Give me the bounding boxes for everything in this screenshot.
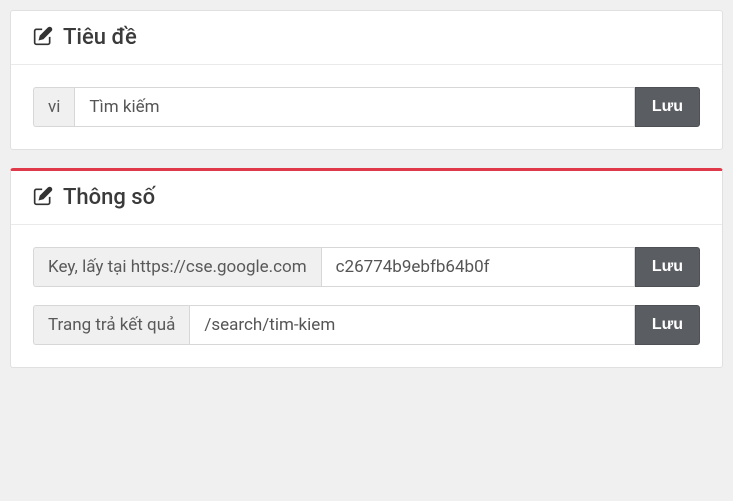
title-vi-input[interactable] [74, 87, 634, 127]
edit-icon [33, 186, 53, 210]
cse-key-group: Key, lấy tại https://cse.google.com Lưu [33, 247, 700, 287]
result-page-input[interactable] [189, 305, 635, 345]
title-panel-body: vi Lưu [11, 65, 722, 149]
params-panel: Thông số Key, lấy tại https://cse.google… [10, 168, 723, 368]
params-panel-body: Key, lấy tại https://cse.google.com Lưu … [11, 225, 722, 367]
title-panel: Tiêu đề vi Lưu [10, 10, 723, 150]
save-result-page-button[interactable]: Lưu [635, 305, 700, 345]
title-panel-heading: Tiêu đề [63, 25, 137, 50]
lang-label-vi: vi [33, 87, 74, 127]
result-page-group: Trang trả kết quả Lưu [33, 305, 700, 345]
cse-key-input[interactable] [321, 247, 635, 287]
params-panel-heading: Thông số [63, 185, 155, 210]
title-vi-group: vi Lưu [33, 87, 700, 127]
params-panel-header: Thông số [11, 171, 722, 225]
title-panel-header: Tiêu đề [11, 11, 722, 65]
edit-icon [33, 26, 53, 50]
cse-key-label: Key, lấy tại https://cse.google.com [33, 247, 321, 287]
result-page-label: Trang trả kết quả [33, 305, 189, 345]
save-title-vi-button[interactable]: Lưu [635, 87, 700, 127]
save-cse-key-button[interactable]: Lưu [635, 247, 700, 287]
